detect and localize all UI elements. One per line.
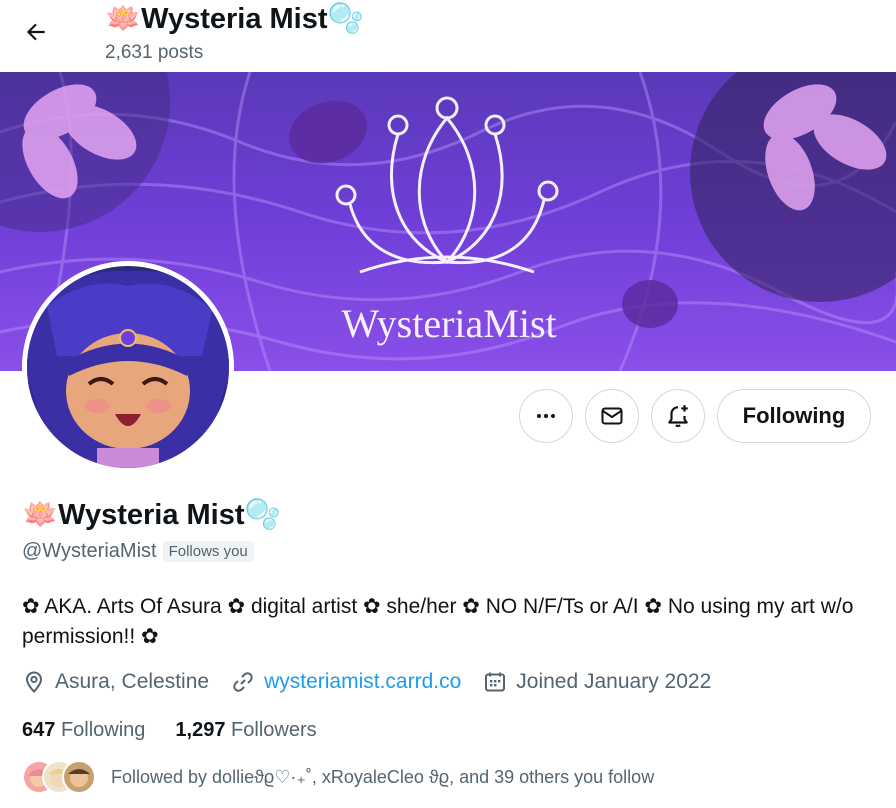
joined-text: Joined January 2022 bbox=[516, 670, 712, 693]
link-icon bbox=[233, 672, 253, 692]
arrow-left-icon bbox=[26, 23, 45, 41]
followers-count-link[interactable]: 1,297 Followers bbox=[175, 719, 316, 742]
message-button[interactable] bbox=[585, 389, 639, 443]
more-button[interactable] bbox=[519, 389, 573, 443]
location-text: Asura, Celestine bbox=[55, 670, 210, 693]
location-pin-icon bbox=[25, 671, 43, 693]
followed-by-text: Followed by dollieϑϱ♡·₊˚, xRoyaleCleo ϑϱ… bbox=[111, 766, 655, 787]
header-post-count: 2,631 posts bbox=[105, 42, 204, 63]
banner-logo-text: WysteriaMist bbox=[341, 301, 556, 346]
profile-actions: Following bbox=[0, 389, 896, 443]
followers-count: 1,297 bbox=[175, 719, 226, 741]
location-item: Asura, Celestine bbox=[22, 670, 209, 694]
followed-by-row[interactable]: Followed by dollieϑϱ♡·₊˚, xRoyaleCleo ϑϱ… bbox=[22, 760, 654, 794]
follower-avatar bbox=[62, 760, 96, 794]
profile-bio: ✿ AKA. Arts Of Asura ✿ digital artist ✿ … bbox=[22, 595, 854, 648]
following-button[interactable]: Following bbox=[717, 389, 871, 443]
following-count: 647 bbox=[22, 719, 56, 741]
following-count-link[interactable]: 647 Following bbox=[22, 719, 145, 742]
handle-row: @WysteriaMist Follows you bbox=[22, 540, 254, 563]
more-horizontal-icon bbox=[537, 414, 555, 418]
mail-icon bbox=[601, 407, 623, 425]
joined-item: Joined January 2022 bbox=[483, 670, 711, 694]
header-display-name: 🪷Wysteria Mist🫧 bbox=[105, 3, 364, 35]
display-name: 🪷Wysteria Mist🫧 bbox=[22, 499, 281, 531]
follower-avatars bbox=[22, 760, 96, 794]
bell-plus-icon bbox=[668, 405, 688, 428]
follows-you-badge: Follows you bbox=[162, 541, 254, 562]
username-handle: @WysteriaMist bbox=[22, 540, 157, 562]
back-button[interactable] bbox=[18, 14, 54, 50]
notifications-button[interactable] bbox=[651, 389, 705, 443]
profile-meta: Asura, Celestine wysteriamist.carrd.co J… bbox=[22, 670, 733, 694]
website-link[interactable]: wysteriamist.carrd.co bbox=[264, 670, 461, 694]
following-label: Following bbox=[60, 719, 146, 741]
calendar-icon bbox=[485, 672, 506, 692]
website-item: wysteriamist.carrd.co bbox=[231, 670, 461, 694]
follow-counts: 647 Following 1,297 Followers bbox=[22, 719, 347, 742]
followers-label: Followers bbox=[231, 719, 317, 741]
profile-header-bar: 🪷Wysteria Mist🫧 2,631 posts bbox=[0, 0, 896, 72]
